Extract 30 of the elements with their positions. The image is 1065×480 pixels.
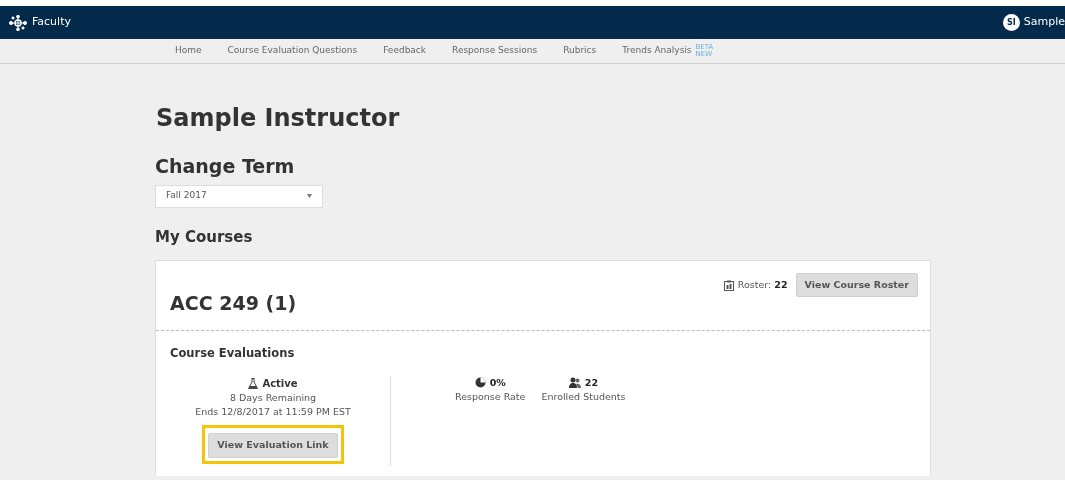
nav-link-item[interactable]: Response Sessions: [452, 44, 538, 58]
stat-label: Response Rate: [455, 390, 526, 404]
user-avatar[interactable]: SI: [1002, 14, 1020, 31]
term-select[interactable]: Fall 2017: [155, 184, 323, 208]
nav-link-item[interactable]: Home: [175, 44, 202, 58]
end-date-text: Ends 12/8/2017 at 11:59 PM EST: [194, 405, 352, 419]
stat-label: Enrolled Students: [541, 390, 626, 404]
page-title: Sample Instructor: [156, 103, 401, 134]
brand-name[interactable]: Faculty: [32, 14, 71, 31]
nav-link-item[interactable]: Feedback: [383, 44, 427, 58]
section-heading: My Courses: [155, 226, 254, 248]
nav-link-item[interactable]: Rubrics: [563, 44, 597, 58]
section-title: Course Evaluations: [170, 344, 296, 362]
stat-value: 0%: [489, 375, 506, 390]
caret-icon: [307, 194, 312, 198]
network-logo-icon: [8, 14, 28, 31]
remaining-text: 8 Days Remaining: [228, 390, 318, 405]
clipboard-icon: [723, 279, 734, 291]
flask-icon: [248, 377, 259, 389]
users-icon: [568, 377, 581, 389]
pie-chart-icon: [474, 377, 486, 389]
course-name: ACC 249 (1): [170, 291, 297, 316]
status-text: Active: [262, 376, 298, 391]
view-roster-button[interactable]: View Course Roster: [795, 273, 918, 298]
stat-value: 22: [584, 375, 599, 390]
nav-link-item[interactable]: Course Evaluation Questions: [227, 44, 358, 58]
view-evaluation-link-button[interactable]: View Evaluation Link: [208, 433, 338, 458]
user-name[interactable]: Sample: [1023, 14, 1065, 31]
roster-count: Roster: 22: [737, 278, 788, 292]
section-heading: Change Term: [155, 154, 296, 179]
